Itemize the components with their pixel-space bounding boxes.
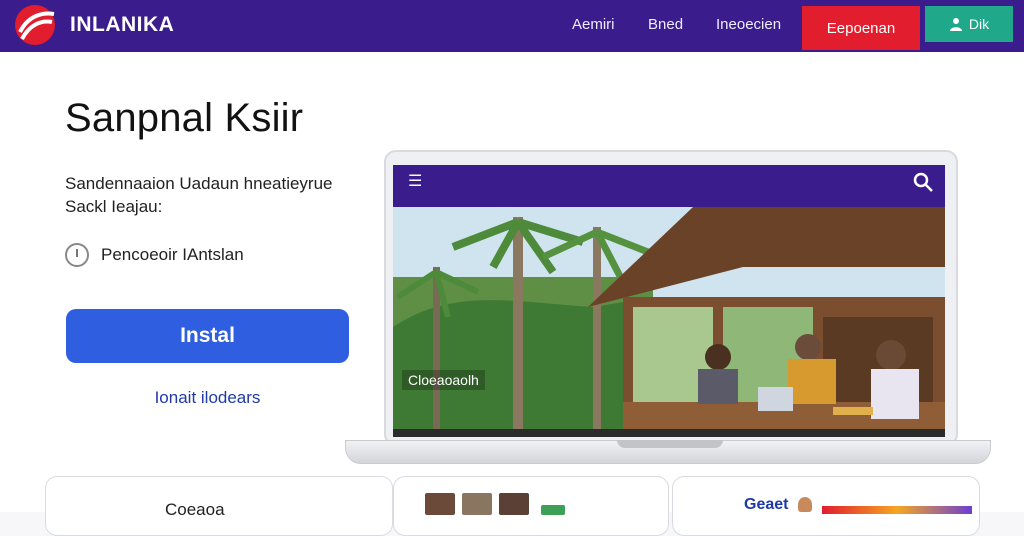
thumbnail-4 bbox=[541, 505, 565, 515]
primary-cta-button[interactable]: Eepoenan bbox=[802, 6, 920, 50]
clock-icon bbox=[65, 243, 89, 267]
hero-description: Sandennaaion Uadaun hneatieyrue Sackl Ie… bbox=[65, 174, 333, 216]
user-icon bbox=[949, 18, 962, 31]
card-1-label: Coeaoa bbox=[165, 500, 225, 519]
menu-icon[interactable]: ☰ bbox=[408, 171, 422, 191]
preview-header-bar bbox=[393, 165, 945, 207]
avatar bbox=[798, 497, 812, 512]
page-title: Sanpnal Ksiir bbox=[65, 96, 304, 140]
screen-bottom-bezel bbox=[393, 429, 945, 437]
gradient-bar bbox=[822, 506, 972, 514]
login-button-label: Dik bbox=[968, 16, 990, 32]
top-navigation-bar: INLANIKA Aemiri Bned Ineoecien Eepoenan … bbox=[0, 0, 1024, 52]
search-icon[interactable] bbox=[912, 171, 934, 193]
laptop-notch bbox=[617, 440, 723, 448]
brand-name[interactable]: INLANIKA bbox=[70, 13, 174, 37]
feature-label: Pencoeoir IAntslan bbox=[101, 245, 244, 264]
secondary-link[interactable]: Ionait ilodears bbox=[66, 388, 349, 408]
install-button[interactable]: Instal bbox=[66, 309, 349, 363]
brand-logo-icon[interactable] bbox=[12, 4, 58, 46]
nav-link-1[interactable]: Aemiri bbox=[572, 16, 615, 33]
photo-caption: Cloeaoaolh bbox=[402, 370, 485, 390]
card-3-label: Geaet bbox=[744, 496, 789, 513]
feature-row: Pencoeoir IAntslan bbox=[65, 243, 244, 267]
preview-photo bbox=[393, 207, 945, 429]
nav-link-2[interactable]: Bned bbox=[648, 16, 683, 33]
login-button[interactable]: Dik bbox=[925, 6, 1013, 42]
nav-link-3[interactable]: Ineoecien bbox=[716, 16, 781, 33]
